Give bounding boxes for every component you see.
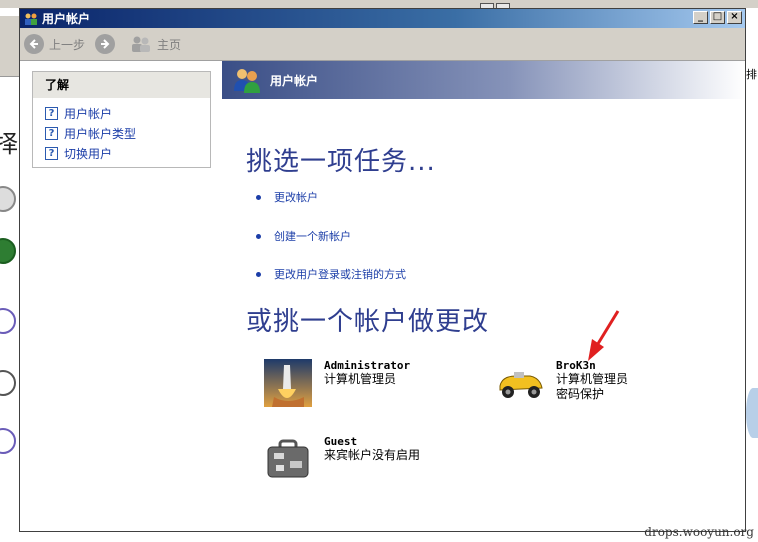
background-window-controls — [480, 0, 520, 11]
red-arrow-annotation — [588, 310, 620, 361]
task-create-account[interactable]: 创建一个新帐户 — [256, 228, 351, 244]
back-arrow-icon — [24, 34, 44, 54]
home-users-icon — [130, 35, 152, 53]
background-icon — [0, 238, 16, 264]
minimize-button[interactable]: _ — [693, 11, 708, 24]
help-icon: ? — [45, 146, 58, 160]
forward-button[interactable] — [95, 34, 120, 54]
account-tile-guest[interactable]: Guest 来宾帐户没有启用 — [264, 435, 420, 483]
suitcase-icon — [264, 435, 312, 483]
background-text-fragment: 择 — [0, 130, 18, 158]
users-icon — [24, 12, 38, 26]
learn-link-label: 用户帐户 — [64, 106, 113, 121]
banner: 用户帐户 — [222, 61, 745, 99]
background-icon — [0, 370, 16, 396]
account-name: Guest — [324, 435, 358, 448]
account-heading: 或挑一个帐户做更改 — [246, 307, 490, 337]
background-window-left: 择 — [0, 8, 19, 542]
background-graphic — [746, 388, 758, 438]
task-label: 更改帐户 — [274, 191, 318, 204]
home-label: 主页 — [157, 37, 182, 52]
task-label: 更改用户登录或注销的方式 — [274, 268, 406, 281]
learn-link-label: 切换用户 — [64, 146, 113, 161]
banner-title: 用户帐户 — [270, 73, 319, 88]
back-button[interactable]: 上一步 — [24, 34, 85, 54]
task-change-logon[interactable]: 更改用户登录或注销的方式 — [256, 266, 406, 282]
forward-arrow-icon — [95, 34, 116, 54]
learn-link-switch-user[interactable]: ? 切换用户 — [45, 143, 210, 163]
background-toolbar-strip — [0, 16, 19, 77]
right-pane: 用户帐户 挑选一项任务... 更改帐户 创建一个新帐户 更改用户登录或注销的方式… — [222, 61, 745, 531]
window-title: 用户帐户 — [42, 12, 91, 26]
account-description: 计算机管理员 — [556, 372, 629, 386]
account-tile-administrator[interactable]: Administrator 计算机管理员 — [264, 359, 410, 407]
race-car-icon — [496, 359, 544, 407]
bullet-icon — [256, 194, 261, 200]
background-icon — [0, 186, 16, 212]
help-icon: ? — [45, 106, 58, 120]
account-description: 计算机管理员 — [324, 372, 397, 386]
watermark: drops.wooyun.org — [644, 525, 754, 539]
learn-heading: 了解 — [33, 72, 210, 98]
bullet-icon — [256, 233, 261, 239]
account-password-status: 密码保护 — [556, 387, 605, 401]
bullet-icon — [256, 271, 261, 277]
user-accounts-window: 用户帐户 _ □ × 上一步 主页 了解 ? 用户帐户 ? 用户帐户类型 ? 切… — [19, 8, 746, 532]
account-description: 来宾帐户没有启用 — [324, 448, 421, 462]
learn-link-account-types[interactable]: ? 用户帐户类型 — [45, 123, 210, 143]
maximize-button[interactable]: □ — [710, 11, 725, 24]
background-icon — [0, 308, 16, 334]
task-label: 创建一个新帐户 — [274, 230, 351, 243]
users-icon — [232, 67, 262, 93]
learn-about-panel: 了解 ? 用户帐户 ? 用户帐户类型 ? 切换用户 — [32, 71, 211, 168]
background-text-fragment: 排 — [746, 68, 757, 81]
toolbar: 上一步 主页 — [20, 28, 745, 61]
background-icon — [0, 428, 16, 454]
content-area: 了解 ? 用户帐户 ? 用户帐户类型 ? 切换用户 用户帐户 挑选一项任务...… — [20, 61, 745, 531]
learn-link-user-accounts[interactable]: ? 用户帐户 — [45, 103, 210, 123]
back-label: 上一步 — [49, 37, 86, 52]
task-change-account[interactable]: 更改帐户 — [256, 189, 318, 205]
account-tile-brok3n[interactable]: BroK3n 计算机管理员 密码保护 — [496, 359, 628, 407]
title-bar[interactable]: 用户帐户 _ □ × — [20, 9, 745, 28]
close-button[interactable]: × — [727, 11, 742, 24]
account-name: Administrator — [324, 359, 411, 372]
rocket-launch-icon — [264, 359, 312, 407]
learn-link-label: 用户帐户类型 — [64, 126, 137, 141]
help-icon: ? — [45, 126, 58, 140]
left-pane: 了解 ? 用户帐户 ? 用户帐户类型 ? 切换用户 — [20, 61, 220, 531]
task-heading: 挑选一项任务... — [246, 147, 436, 177]
home-button[interactable]: 主页 — [130, 35, 181, 53]
background-window-right: 排 — [746, 8, 758, 542]
